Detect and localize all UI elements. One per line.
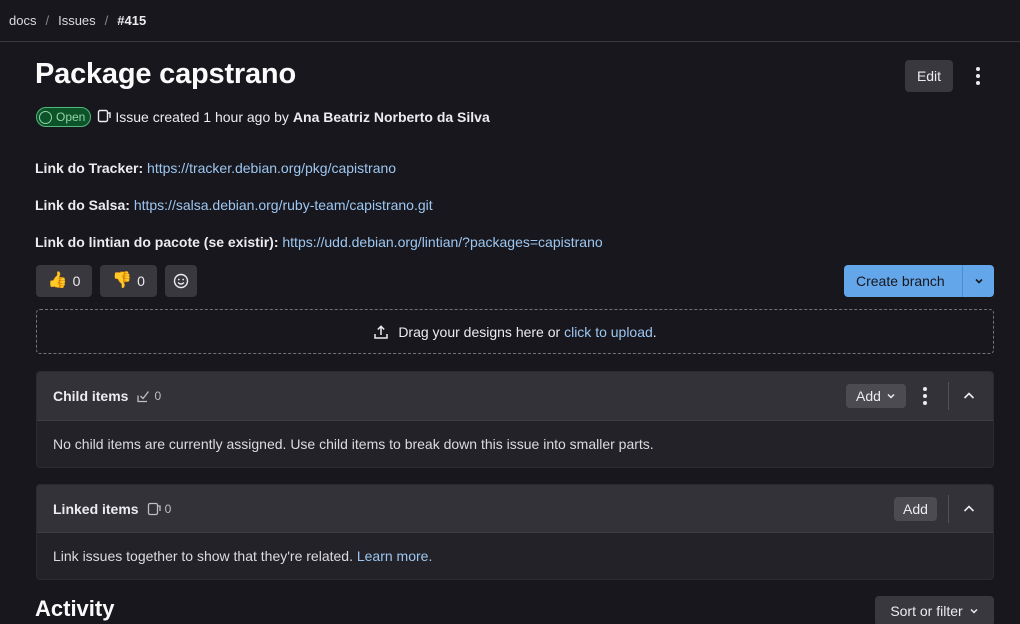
breadcrumb-separator: /: [104, 13, 109, 28]
linked-items-body: Link issues together to show that they'r…: [37, 533, 993, 579]
description-salsa: Link do Salsa: https://salsa.debian.org/…: [35, 197, 433, 213]
more-actions-button[interactable]: [970, 64, 986, 88]
create-branch-button[interactable]: Create branch: [844, 265, 994, 297]
child-items-card: Child items 0 Add No child items are cur…: [36, 371, 994, 468]
smile-icon: [173, 273, 189, 289]
status-label: Open: [56, 110, 86, 124]
breadcrumb-current-issue[interactable]: #415: [117, 13, 146, 28]
kebab-icon: [923, 387, 927, 391]
breadcrumb-docs[interactable]: docs: [9, 13, 36, 28]
linked-items-title: Linked items: [53, 500, 139, 517]
issue-meta: Open Issue created 1 hour ago by Ana Bea…: [36, 107, 490, 127]
upload-suffix: .: [652, 323, 657, 340]
linked-items-collapse-button[interactable]: [959, 499, 979, 519]
linked-items-text: Link issues together to show that they'r…: [53, 548, 353, 564]
create-branch-dropdown-toggle[interactable]: [962, 265, 994, 297]
breadcrumb-issues[interactable]: Issues: [58, 13, 96, 28]
description-lintian: Link do lintian do pacote (se existir): …: [35, 234, 603, 250]
linked-items-header: Linked items 0 Add: [37, 485, 993, 533]
child-items-count: 0: [136, 389, 161, 403]
issue-icon: [147, 502, 161, 515]
breadcrumb: docs / Issues / #415: [0, 0, 1020, 42]
lintian-label: Link do lintian do pacote (se existir):: [35, 234, 279, 250]
description-tracker: Link do Tracker: https://tracker.debian.…: [35, 160, 396, 176]
issue-icon: [97, 109, 112, 126]
upload-link[interactable]: click to upload: [564, 324, 653, 340]
upload-text: Drag your designs here or: [398, 323, 561, 340]
breadcrumb-separator: /: [45, 13, 50, 28]
child-items-body: No child items are currently assigned. U…: [37, 421, 993, 467]
status-open-icon: [39, 110, 52, 124]
thumbs-up-button[interactable]: 👍 0: [36, 265, 92, 297]
task-done-icon: [137, 391, 150, 403]
child-items-empty-text: No child items are currently assigned. U…: [53, 436, 654, 452]
sort-filter-label: Sort or filter: [890, 603, 963, 619]
upload-icon: [373, 324, 389, 340]
header-divider: [948, 495, 949, 523]
activity-heading: Activity: [35, 596, 115, 621]
chevron-up-icon: [963, 392, 975, 399]
edit-button[interactable]: Edit: [905, 60, 953, 92]
thumbs-down-count: 0: [137, 273, 145, 289]
status-badge: Open: [36, 107, 92, 127]
sort-filter-button[interactable]: Sort or filter: [875, 596, 994, 624]
child-items-collapse-button[interactable]: [959, 386, 979, 406]
tracker-link[interactable]: https://tracker.debian.org/pkg/capistran…: [147, 160, 396, 176]
created-text: Issue created 1 hour ago by: [115, 109, 289, 125]
thumbs-up-icon: 👍: [47, 272, 68, 289]
add-reaction-button[interactable]: [165, 265, 197, 297]
design-dropzone[interactable]: Drag your designs here or click to uploa…: [36, 309, 994, 354]
linked-items-add-button[interactable]: Add: [894, 497, 937, 521]
author-link[interactable]: Ana Beatriz Norberto da Silva: [293, 109, 490, 125]
thumbs-up-count: 0: [72, 273, 81, 289]
salsa-label: Link do Salsa:: [35, 197, 130, 213]
chevron-down-icon: [887, 393, 895, 399]
linked-items-card: Linked items 0 Add Link issues together …: [36, 484, 994, 580]
child-items-add-button[interactable]: Add: [846, 384, 906, 408]
salsa-link[interactable]: https://salsa.debian.org/ruby-team/capis…: [134, 197, 433, 213]
header-divider: [948, 382, 949, 410]
page-title: Package capstrano: [35, 58, 296, 90]
chevron-down-icon: [970, 608, 978, 614]
tracker-label: Link do Tracker:: [35, 160, 144, 176]
kebab-icon: [976, 67, 980, 71]
chevron-down-icon: [974, 278, 983, 284]
linked-items-count: 0: [147, 502, 171, 516]
child-items-more-button[interactable]: [917, 384, 933, 408]
child-items-header: Child items 0 Add: [37, 372, 993, 421]
lintian-link[interactable]: https://udd.debian.org/lintian/?packages…: [282, 234, 602, 250]
thumbs-down-icon: 👎: [112, 272, 133, 289]
learn-more-link[interactable]: Learn more.: [357, 548, 432, 564]
thumbs-down-button[interactable]: 👎 0: [100, 265, 157, 297]
child-items-title: Child items: [53, 388, 129, 404]
create-branch-label: Create branch: [856, 273, 945, 289]
chevron-up-icon: [963, 505, 975, 512]
